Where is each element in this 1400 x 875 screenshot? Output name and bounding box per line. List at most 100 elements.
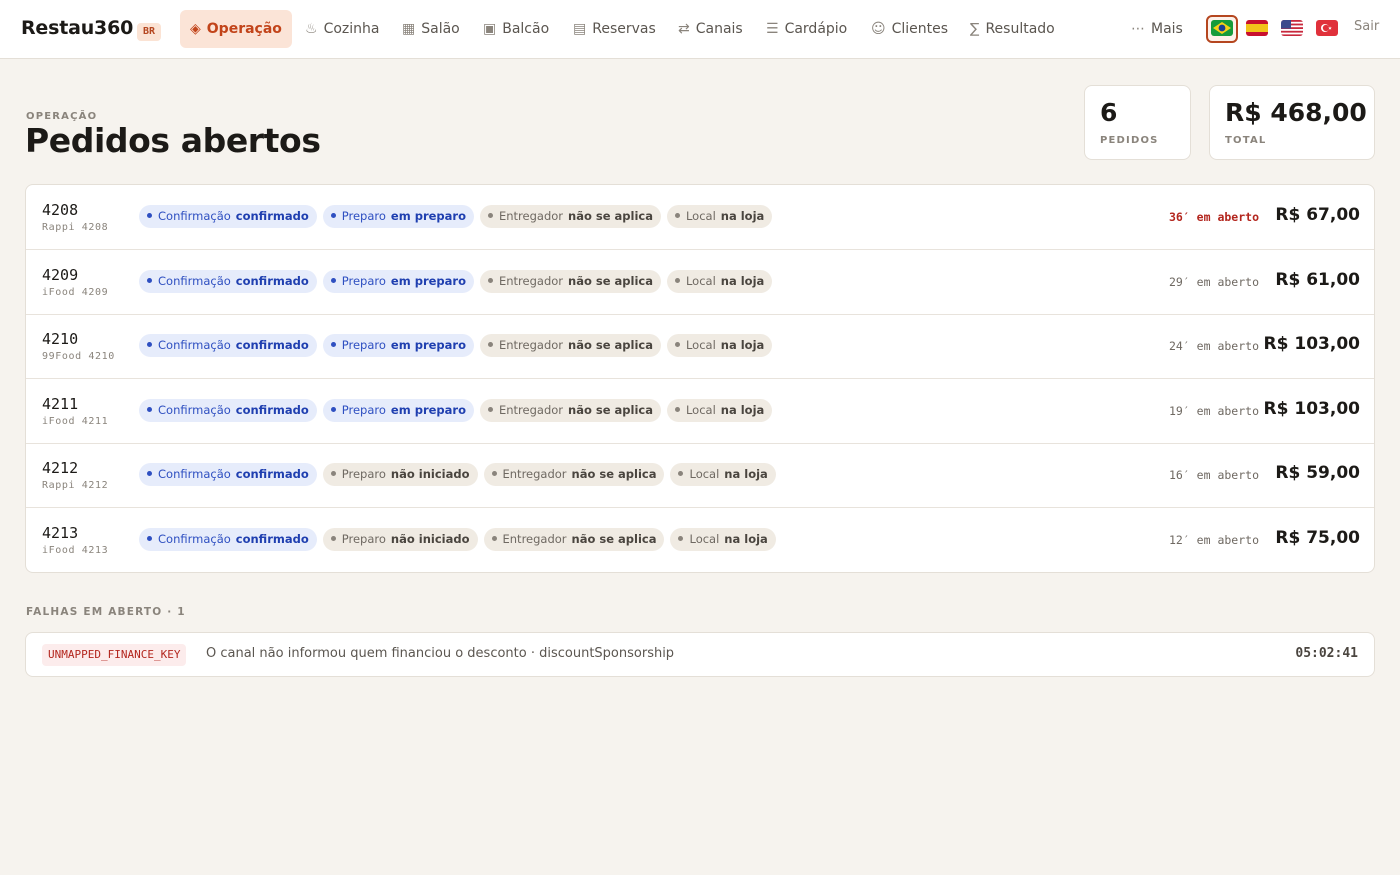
region-badge: BR: [137, 23, 162, 41]
nav-item-balcao[interactable]: ▣ Balcão: [483, 10, 549, 48]
status-chip-label: Entregador: [502, 532, 567, 546]
status-chip-value: não se aplica: [571, 467, 657, 481]
status-chip-value: confirmado: [235, 467, 309, 481]
nav-item-cozinha[interactable]: ♨ Cozinha: [305, 10, 379, 48]
status-chip-label: Entregador: [498, 209, 564, 223]
turkey-flag-icon[interactable]: [1316, 20, 1338, 36]
nav-item-cardapio[interactable]: ☰ Cardápio: [766, 10, 847, 48]
status-chip-label: Preparo: [341, 209, 386, 223]
status-chip-value: na loja: [724, 532, 768, 546]
status-chip: Confirmação confirmado: [139, 205, 317, 228]
status-chip-label: Preparo: [341, 338, 386, 352]
status-chip-value: não iniciado: [390, 467, 470, 481]
order-status-chips: Confirmação confirmado Preparo em preparo En…: [139, 399, 773, 422]
status-chip-value: confirmado: [235, 403, 309, 417]
orders-table: 4208 Rappi 4208 Confirmação confirmado Prepa…: [25, 184, 1375, 573]
status-dot: [330, 407, 336, 412]
status-dot: [487, 213, 493, 218]
nav-item-clientes[interactable]: ☺ Clientes: [871, 10, 948, 48]
logout-link[interactable]: Sair: [1354, 19, 1379, 34]
status-chip-value: em preparo: [390, 403, 466, 417]
status-chip-value: em preparo: [390, 338, 466, 352]
status-dot: [330, 278, 336, 283]
stat-value: R$ 468,00: [1225, 98, 1367, 127]
status-chip: Local na loja: [670, 528, 776, 551]
order-channel: 99Food 4210: [42, 351, 115, 362]
dining-room-icon: ▦: [402, 21, 416, 37]
order-row[interactable]: 4213 iFood 4213 Confirmação confirmado Prepa…: [26, 508, 1374, 572]
status-dot: [147, 278, 152, 283]
app-logo[interactable]: Restau360: [21, 17, 133, 39]
status-chip-value: na loja: [720, 338, 765, 352]
order-total: R$ 59,00: [1275, 463, 1360, 483]
order-status-chips: Confirmação confirmado Preparo em preparo En…: [139, 334, 773, 357]
order-elapsed: 19′ em aberto: [1168, 404, 1259, 418]
status-chip-value: confirmado: [235, 209, 309, 223]
status-chip: Preparo em preparo: [322, 270, 474, 293]
nav-label: Resultado: [985, 21, 1055, 37]
counter-icon: ▣: [483, 21, 497, 37]
status-dot: [487, 278, 493, 283]
status-dot: [147, 342, 152, 347]
nav-item-resultado[interactable]: ∑ Resultado: [970, 10, 1055, 48]
nav-label: Canais: [695, 21, 743, 37]
order-elapsed: 12′ em aberto: [1168, 533, 1259, 547]
order-row[interactable]: 4209 iFood 4209 Confirmação confirmado Prepa…: [26, 250, 1374, 315]
status-chip-value: não se aplica: [568, 209, 653, 223]
status-dot: [674, 407, 680, 412]
usa-flag-icon[interactable]: [1281, 20, 1303, 36]
status-chip: Local na loja: [666, 399, 773, 422]
status-dot: [330, 213, 336, 218]
order-number: 4212: [42, 459, 79, 477]
order-channel: iFood 4209: [42, 287, 109, 298]
failure-row[interactable]: UNMAPPED_FINANCE_KEY O canal não informo…: [25, 632, 1375, 677]
status-chip-label: Preparo: [341, 467, 386, 481]
order-total: R$ 103,00: [1263, 399, 1360, 419]
status-chip-label: Entregador: [498, 403, 564, 417]
brazil-flag-icon[interactable]: [1211, 20, 1233, 36]
spain-flag-icon[interactable]: [1246, 20, 1268, 36]
status-chip: Confirmação confirmado: [139, 463, 317, 486]
order-total: R$ 67,00: [1275, 205, 1360, 225]
status-chip: Local na loja: [666, 334, 773, 357]
order-number: 4210: [42, 330, 79, 348]
nav-item-reservas[interactable]: ▤ Reservas: [573, 10, 656, 48]
order-row[interactable]: 4210 99Food 4210 Confirmação confirmado Prep…: [26, 314, 1374, 379]
status-chip-label: Confirmação: [158, 274, 231, 288]
nav-more-button[interactable]: ⋯ Mais: [1131, 10, 1183, 48]
status-chip-label: Local: [685, 274, 716, 288]
order-total: R$ 61,00: [1275, 270, 1360, 290]
more-icon: ⋯: [1131, 21, 1145, 37]
status-chip: Entregador não se aplica: [479, 205, 661, 228]
nav-item-operacao[interactable]: ◈ Operação: [180, 10, 292, 48]
stat-label: PEDIDOS: [1100, 135, 1159, 146]
status-dot: [147, 213, 152, 218]
status-chip-value: não se aplica: [568, 338, 653, 352]
nav-label: Mais: [1151, 21, 1183, 37]
status-chip-label: Entregador: [502, 467, 567, 481]
nav-item-salao[interactable]: ▦ Salão: [402, 10, 460, 48]
order-status-chips: Confirmação confirmado Preparo em preparo En…: [139, 270, 773, 293]
order-channel: iFood 4211: [42, 416, 109, 427]
status-chip: Local na loja: [670, 463, 776, 486]
failures-heading: FALHAS EM ABERTO · 1: [26, 606, 186, 618]
order-status-chips: Confirmação confirmado Preparo em preparo En…: [139, 205, 773, 228]
status-chip-value: em preparo: [390, 209, 466, 223]
status-chip: Confirmação confirmado: [139, 528, 317, 551]
status-chip-label: Preparo: [341, 532, 386, 546]
status-chip-value: confirmado: [235, 532, 309, 546]
order-number: 4213: [42, 524, 79, 542]
status-chip-value: em preparo: [390, 274, 466, 288]
order-row[interactable]: 4208 Rappi 4208 Confirmação confirmado Prepa…: [26, 185, 1374, 250]
status-dot: [330, 342, 336, 347]
status-chip: Entregador não se aplica: [479, 399, 661, 422]
kitchen-icon: ♨: [305, 21, 318, 37]
nav-label: Operação: [206, 21, 282, 37]
status-chip: Local na loja: [666, 270, 773, 293]
order-channel: Rappi 4208: [42, 222, 109, 233]
nav-item-canais[interactable]: ⇄ Canais: [678, 10, 743, 48]
status-chip: Confirmação confirmado: [139, 399, 317, 422]
order-row[interactable]: 4211 iFood 4211 Confirmação confirmado Prepa…: [26, 379, 1374, 444]
status-dot: [678, 536, 684, 541]
order-row[interactable]: 4212 Rappi 4212 Confirmação confirmado Prepa…: [26, 443, 1374, 508]
